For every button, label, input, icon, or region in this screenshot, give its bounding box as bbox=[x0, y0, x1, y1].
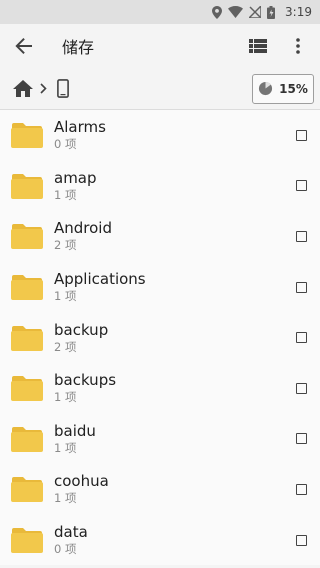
home-icon bbox=[13, 80, 33, 97]
file-item-count: 0 项 bbox=[54, 542, 77, 557]
list-item[interactable]: amap 1 项 bbox=[0, 161, 320, 212]
select-checkbox[interactable] bbox=[296, 483, 307, 495]
select-checkbox[interactable] bbox=[296, 534, 307, 546]
list-item[interactable]: backup 2 项 bbox=[0, 312, 320, 363]
phone-icon bbox=[57, 79, 69, 98]
folder-icon bbox=[11, 426, 43, 452]
wifi-icon bbox=[228, 6, 244, 18]
file-list: Alarms 0 项 amap 1 项 Android 2 项 Applications 1 … bbox=[0, 110, 320, 566]
breadcrumb-separator bbox=[36, 83, 50, 94]
folder-icon bbox=[11, 477, 43, 503]
file-name: Android bbox=[54, 219, 112, 238]
status-bar: 3:19 bbox=[0, 0, 320, 24]
battery-icon bbox=[267, 5, 276, 19]
storage-percent: 15% bbox=[279, 81, 308, 96]
signal-off-icon bbox=[249, 6, 262, 18]
list-item[interactable]: Alarms 0 项 bbox=[0, 110, 320, 161]
file-name: data bbox=[54, 523, 88, 542]
back-button[interactable] bbox=[8, 30, 40, 62]
status-time: 3:19 bbox=[285, 5, 312, 19]
view-list-icon bbox=[249, 39, 267, 53]
app-bar: 储存 bbox=[0, 24, 320, 68]
page-title: 储存 bbox=[62, 38, 95, 57]
storage-pie-icon bbox=[259, 81, 273, 96]
list-item[interactable]: backups 1 项 bbox=[0, 363, 320, 414]
list-item[interactable]: Applications 1 项 bbox=[0, 262, 320, 313]
select-checkbox[interactable] bbox=[296, 382, 307, 394]
storage-usage-button[interactable]: 15% bbox=[252, 73, 314, 104]
folder-icon bbox=[11, 376, 43, 402]
file-item-count: 1 项 bbox=[54, 390, 77, 405]
folder-icon bbox=[11, 325, 43, 351]
folder-icon bbox=[11, 275, 43, 301]
folder-icon bbox=[11, 528, 43, 554]
arrow-back-icon bbox=[15, 38, 32, 54]
file-name: backups bbox=[54, 371, 117, 390]
file-item-count: 2 项 bbox=[54, 238, 77, 253]
list-item[interactable]: data 0 项 bbox=[0, 515, 320, 566]
file-name: backup bbox=[54, 320, 109, 339]
folder-icon bbox=[11, 123, 43, 149]
select-checkbox[interactable] bbox=[296, 332, 307, 344]
location-icon bbox=[212, 5, 223, 19]
file-item-count: 1 项 bbox=[54, 440, 77, 455]
file-item-count: 1 项 bbox=[54, 289, 77, 304]
file-name: coohua bbox=[54, 472, 109, 491]
list-item[interactable]: baidu 1 项 bbox=[0, 414, 320, 465]
breadcrumb-device[interactable] bbox=[50, 76, 76, 102]
breadcrumb: 15% bbox=[0, 68, 320, 110]
list-item[interactable]: coohua 1 项 bbox=[0, 464, 320, 515]
chevron-right-icon bbox=[39, 83, 47, 94]
more-vert-icon bbox=[296, 38, 300, 54]
select-checkbox[interactable] bbox=[296, 230, 307, 242]
file-name: amap bbox=[54, 168, 97, 187]
file-item-count: 1 项 bbox=[54, 491, 77, 506]
file-item-count: 0 项 bbox=[54, 137, 77, 152]
list-view-button[interactable] bbox=[242, 30, 274, 62]
file-item-count: 2 项 bbox=[54, 339, 77, 354]
list-item[interactable]: Android 2 项 bbox=[0, 211, 320, 262]
file-name: Alarms bbox=[54, 118, 106, 137]
file-name: baidu bbox=[54, 421, 96, 440]
folder-icon bbox=[11, 224, 43, 250]
more-options-button[interactable] bbox=[282, 30, 314, 62]
select-checkbox[interactable] bbox=[296, 129, 307, 141]
file-item-count: 1 项 bbox=[54, 187, 77, 202]
select-checkbox[interactable] bbox=[296, 180, 307, 192]
breadcrumb-home[interactable] bbox=[10, 76, 36, 102]
file-name: Applications bbox=[54, 270, 146, 289]
folder-icon bbox=[11, 173, 43, 199]
select-checkbox[interactable] bbox=[296, 433, 307, 445]
select-checkbox[interactable] bbox=[296, 281, 307, 293]
